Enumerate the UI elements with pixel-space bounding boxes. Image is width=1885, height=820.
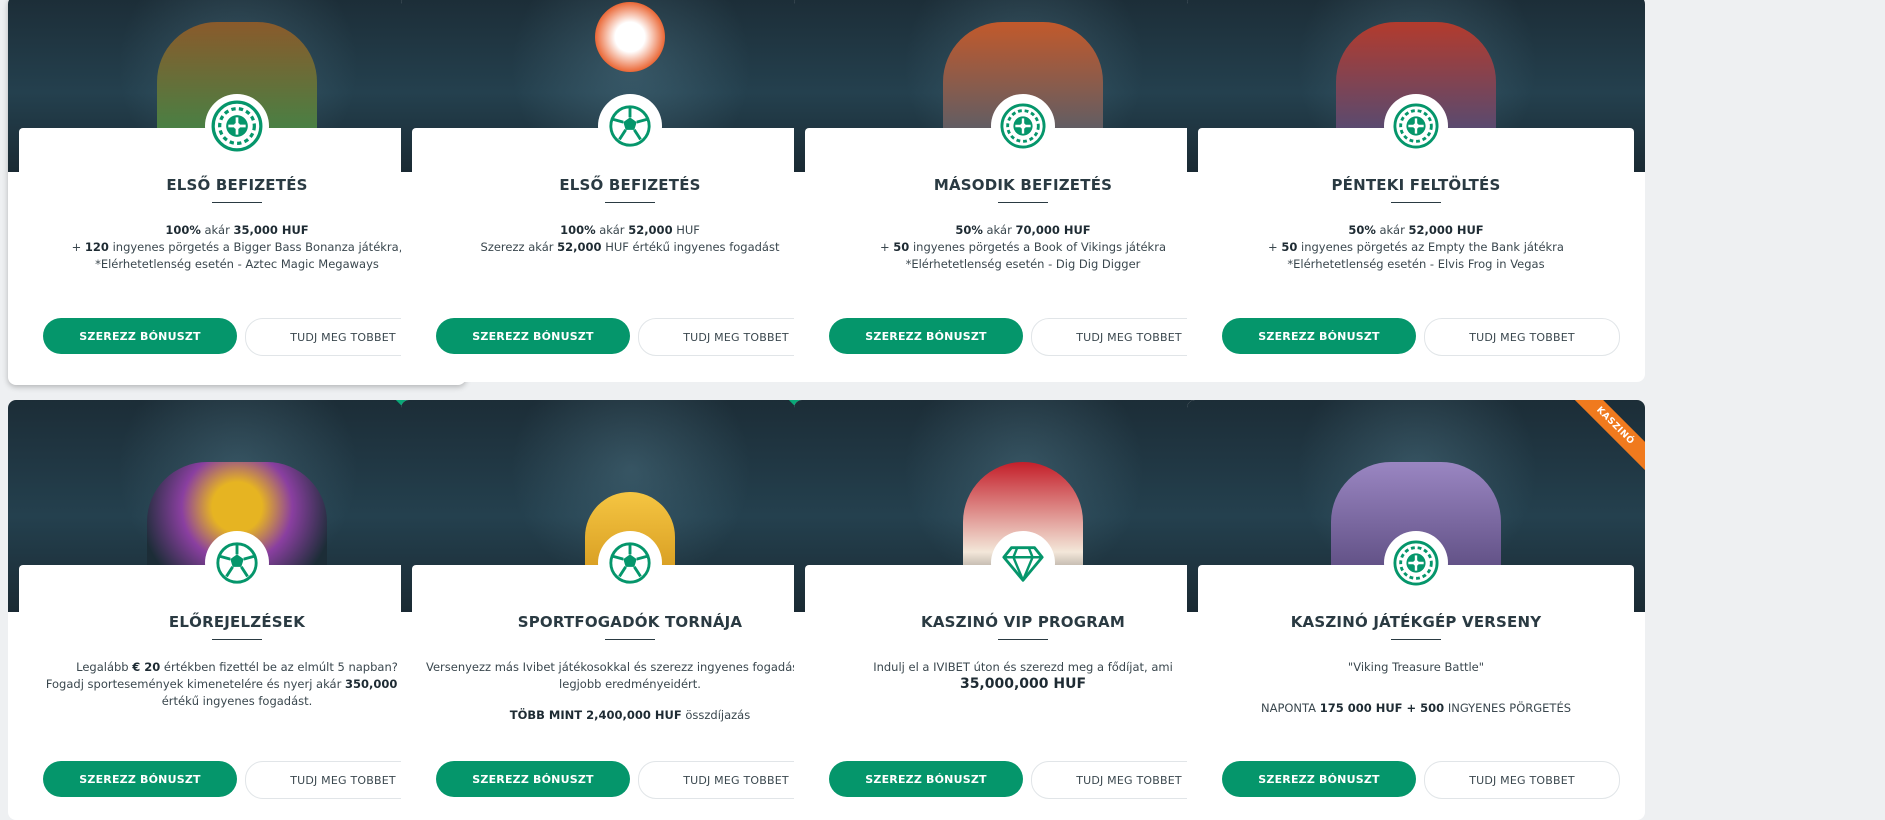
promo-content-panel: KASZINÓ VIP PROGRAM Indulj el a IVIBET ú… bbox=[805, 531, 1241, 820]
promo-description: 100% akár 35,000 HUF + 120 ingyenes pörg… bbox=[71, 223, 403, 271]
promo-title: ELSŐ BEFIZETÉS bbox=[559, 176, 701, 194]
promo-content-panel: KASZINÓ JÁTÉKGÉP VERSENY "Viking Treasur… bbox=[1198, 531, 1634, 820]
soccer-ball-icon bbox=[598, 531, 662, 595]
roulette-icon bbox=[205, 94, 269, 158]
promo-card[interactable]: KASZINÓ KASZINÓ JÁTÉKGÉP VERSENY "Viking… bbox=[1187, 400, 1645, 820]
roulette-icon bbox=[991, 94, 1055, 158]
promo-content-panel: ELŐREJELZÉSEK Legalább € 20 értékben fiz… bbox=[19, 531, 455, 820]
promo-card[interactable]: KASZINÓ VIP PROGRAM Indulj el a IVIBET ú… bbox=[794, 400, 1252, 820]
promo-description: 50% akár 52,000 HUF + 50 ingyenes pörget… bbox=[1268, 223, 1564, 271]
diamond-icon bbox=[991, 531, 1055, 595]
get-bonus-button[interactable]: SZEREZZ BÓNUSZT bbox=[829, 761, 1023, 797]
promo-description: 100% akár 52,000 HUF Szerezz akár 52,000… bbox=[480, 223, 780, 254]
promo-description: Versenyezz más Ivibet játékosokkal és sz… bbox=[425, 660, 835, 722]
title-divider bbox=[1391, 639, 1441, 640]
title-divider bbox=[1391, 202, 1441, 203]
promo-description: "Viking Treasure Battle" NAPONTA 175 000… bbox=[1260, 660, 1572, 715]
get-bonus-button[interactable]: SZEREZZ BÓNUSZT bbox=[43, 318, 237, 354]
promo-card[interactable]: MÁSODIK BEFIZETÉS 50% akár 70,000 HUF + … bbox=[794, 0, 1252, 382]
roulette-icon bbox=[1384, 94, 1448, 158]
title-divider bbox=[998, 639, 1048, 640]
promo-title: KASZINÓ JÁTÉKGÉP VERSENY bbox=[1290, 613, 1542, 631]
soccer-ball-icon bbox=[205, 531, 269, 595]
get-bonus-button[interactable]: SZEREZZ BÓNUSZT bbox=[436, 761, 630, 797]
get-bonus-button[interactable]: SZEREZZ BÓNUSZT bbox=[1222, 318, 1416, 354]
learn-more-button[interactable]: TUDJ MEG TOBBET bbox=[1424, 318, 1620, 356]
promo-title: SPORTFOGADÓK TORNÁJA bbox=[517, 613, 743, 631]
title-divider bbox=[212, 202, 262, 203]
soccer-ball-icon bbox=[598, 94, 662, 158]
learn-more-button[interactable]: TUDJ MEG TOBBET bbox=[1424, 761, 1620, 799]
promo-content-panel: PÉNTEKI FELTÖLTÉS 50% akár 52,000 HUF + … bbox=[1198, 94, 1634, 382]
title-divider bbox=[605, 202, 655, 203]
get-bonus-button[interactable]: SZEREZZ BÓNUSZT bbox=[829, 318, 1023, 354]
promo-title: PÉNTEKI FELTÖLTÉS bbox=[1331, 176, 1501, 194]
promo-card[interactable]: SPORT SPORTFOGADÓK TORNÁJA Versenyezz má… bbox=[401, 400, 859, 820]
title-divider bbox=[998, 202, 1048, 203]
promo-content-panel: ELSŐ BEFIZETÉS 100% akár 35,000 HUF + 12… bbox=[19, 94, 455, 385]
category-ribbon: KASZINÓ bbox=[1565, 400, 1645, 476]
promo-title: ELSŐ BEFIZETÉS bbox=[166, 176, 308, 194]
promo-content-panel: ELSŐ BEFIZETÉS 100% akár 52,000 HUF Szer… bbox=[412, 94, 848, 382]
promo-title: MÁSODIK BEFIZETÉS bbox=[933, 176, 1113, 194]
promo-card[interactable]: ELSŐ BEFIZETÉS 100% akár 52,000 HUF Szer… bbox=[401, 0, 859, 382]
roulette-icon bbox=[1384, 531, 1448, 595]
promo-description: Indulj el a IVIBET úton és szerezd meg a… bbox=[873, 660, 1173, 692]
promo-content-panel: MÁSODIK BEFIZETÉS 50% akár 70,000 HUF + … bbox=[805, 94, 1241, 382]
promo-description: 50% akár 70,000 HUF + 50 ingyenes pörget… bbox=[880, 223, 1166, 271]
promo-card[interactable]: ELSŐ BEFIZETÉS 100% akár 35,000 HUF + 12… bbox=[8, 0, 466, 385]
promo-card[interactable]: SPORT ELŐREJELZÉSEK Legalább € 20 értékb… bbox=[8, 400, 466, 820]
promotions-grid: ELSŐ BEFIZETÉS 100% akár 35,000 HUF + 12… bbox=[0, 0, 1885, 820]
promo-description: Legalább € 20 értékben fizettél be az el… bbox=[45, 660, 429, 708]
promo-content-panel: SPORTFOGADÓK TORNÁJA Versenyezz más Ivib… bbox=[412, 531, 848, 820]
promo-title: KASZINÓ VIP PROGRAM bbox=[921, 613, 1125, 631]
title-divider bbox=[605, 639, 655, 640]
get-bonus-button[interactable]: SZEREZZ BÓNUSZT bbox=[1222, 761, 1416, 797]
title-divider bbox=[212, 639, 262, 640]
get-bonus-button[interactable]: SZEREZZ BÓNUSZT bbox=[436, 318, 630, 354]
get-bonus-button[interactable]: SZEREZZ BÓNUSZT bbox=[43, 761, 237, 797]
promo-card[interactable]: PÉNTEKI FELTÖLTÉS 50% akár 52,000 HUF + … bbox=[1187, 0, 1645, 382]
promo-title: ELŐREJELZÉSEK bbox=[168, 613, 306, 631]
